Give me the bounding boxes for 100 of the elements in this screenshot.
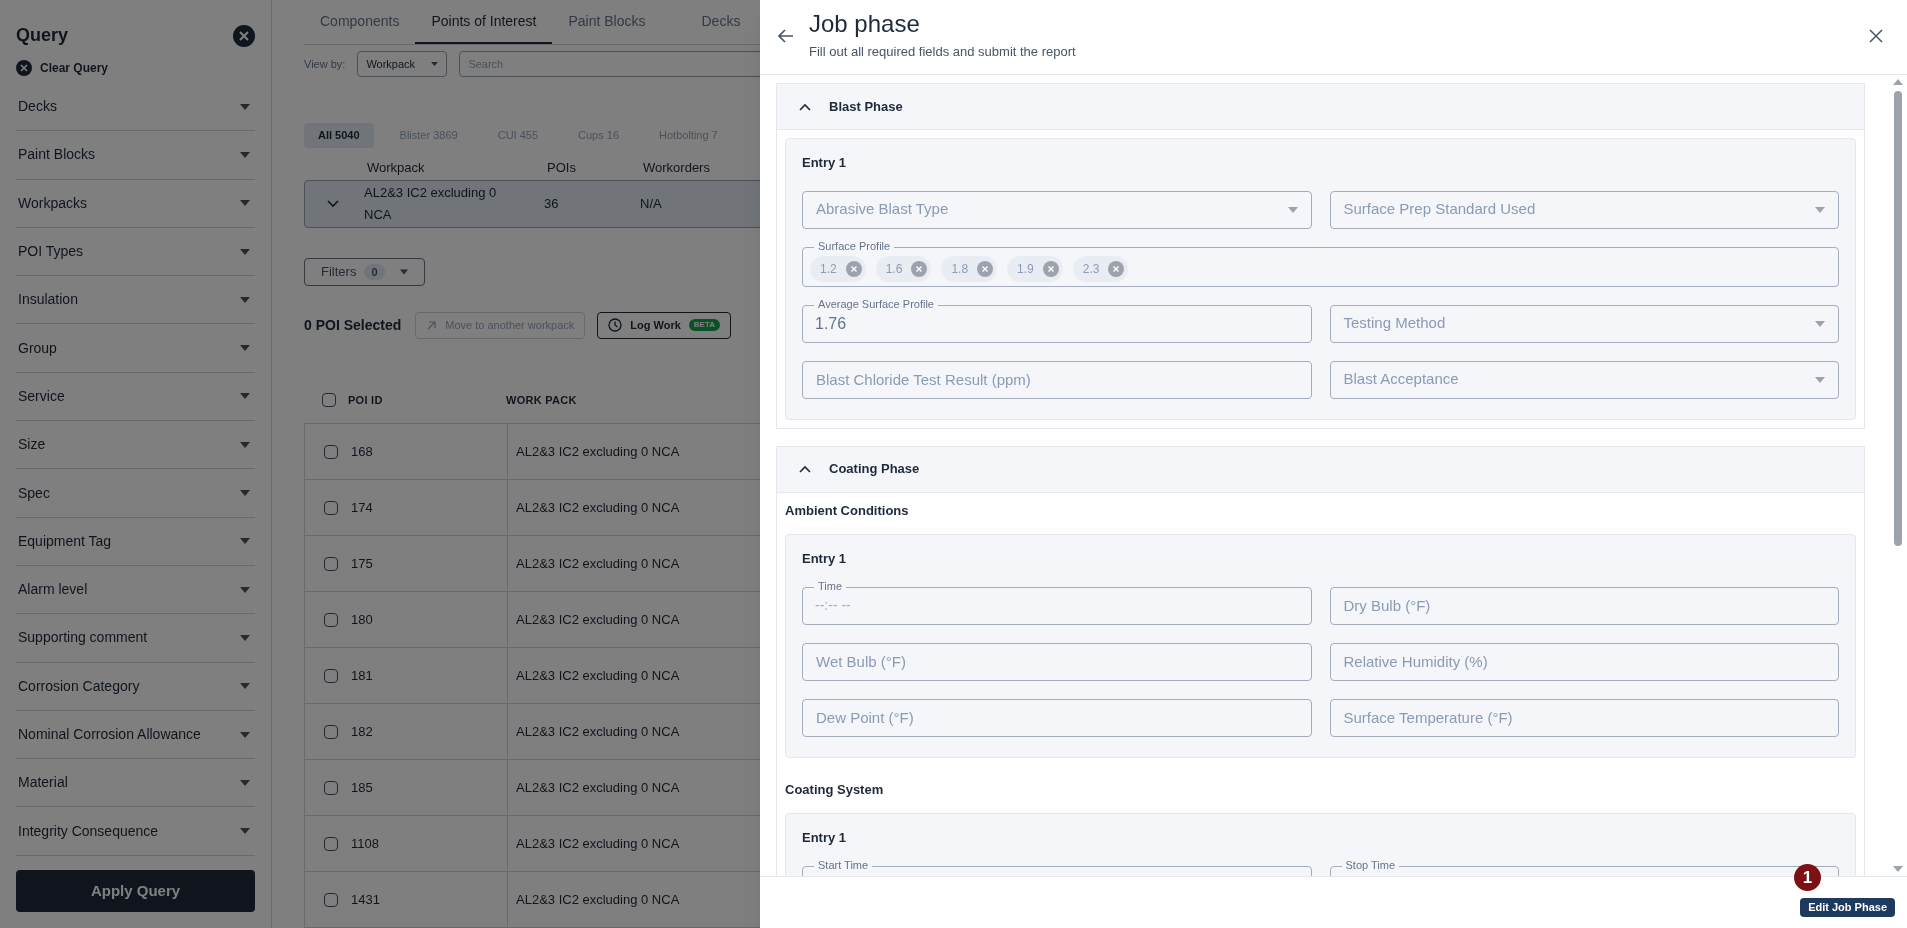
caret-icon xyxy=(1893,866,1903,872)
tab[interactable]: Paint Blocks xyxy=(552,0,662,44)
filter-dropdown[interactable]: Paint Blocks xyxy=(16,131,255,180)
table-cell: 1431 xyxy=(305,872,508,927)
caret-icon xyxy=(240,393,250,400)
checkbox[interactable] xyxy=(324,444,338,459)
checkbox[interactable] xyxy=(324,724,338,739)
close-icon[interactable] xyxy=(233,24,255,47)
checkbox[interactable] xyxy=(324,612,338,627)
checkbox[interactable] xyxy=(324,892,338,907)
caret-icon xyxy=(240,345,250,352)
table-cell-text: AL2&3 IC2 excluding 0 NCA xyxy=(515,722,680,741)
filter-dropdown[interactable]: Alarm level xyxy=(16,565,255,615)
filter-dropdown[interactable]: POI Types xyxy=(16,227,255,277)
filter-dropdown[interactable]: Nominal Corrosion Allowance xyxy=(16,710,255,760)
caret-icon xyxy=(240,441,250,448)
caret-icon xyxy=(1815,206,1825,213)
filter-dropdown[interactable]: Integrity Consequence xyxy=(16,807,255,856)
action-button[interactable]: Log Work BETA xyxy=(597,311,731,339)
table-cell-text: 36 xyxy=(544,195,560,214)
table-cell-text: AL2&3 IC2 excluding 0 NCA xyxy=(515,778,680,797)
tab[interactable]: Decks xyxy=(685,0,757,44)
caret-icon xyxy=(1893,79,1903,85)
apply-query-button[interactable]: Apply Query xyxy=(16,870,255,912)
text-field[interactable]: Relative Humidity (%) xyxy=(1329,642,1839,681)
caret-icon xyxy=(240,151,250,158)
remove-icon[interactable] xyxy=(977,260,994,277)
select-field[interactable]: Surface Prep Standard Used xyxy=(1329,190,1839,229)
caret-icon xyxy=(240,634,250,641)
clock-icon xyxy=(608,318,623,333)
table-cell: 180 xyxy=(305,592,508,647)
chevron-up-icon xyxy=(799,102,811,111)
column-header: POI ID xyxy=(348,392,384,408)
section-header[interactable]: Blast Phase xyxy=(776,83,1865,130)
filter-dropdown[interactable]: Decks xyxy=(16,83,255,132)
close-icon[interactable] xyxy=(1869,29,1883,43)
remove-icon[interactable] xyxy=(845,260,862,277)
checkbox[interactable] xyxy=(324,668,338,683)
remove-icon[interactable] xyxy=(1108,260,1125,277)
checkbox[interactable] xyxy=(324,836,338,851)
remove-icon[interactable] xyxy=(1042,260,1059,277)
caret-icon xyxy=(431,61,439,67)
text-field[interactable]: Wet Bulb (°F) xyxy=(802,642,1312,681)
select-field[interactable]: Testing Method xyxy=(1329,304,1839,343)
arrow-up-right-icon xyxy=(426,319,438,331)
caret-icon xyxy=(240,490,250,496)
clear-icon xyxy=(16,60,32,76)
entry-title: Entry 1 xyxy=(802,829,848,847)
view-by-dropdown[interactable]: Workpack xyxy=(357,51,448,77)
caret-icon xyxy=(240,296,250,303)
filter-dropdown[interactable]: Service xyxy=(16,372,255,422)
remove-icon[interactable] xyxy=(911,260,928,277)
table-cell-text: AL2&3 IC2 excluding 0 NCA xyxy=(515,610,680,629)
table-cell: 181 xyxy=(305,648,508,703)
chevron-up-icon xyxy=(799,465,811,473)
clear-query-button[interactable]: Clear Query xyxy=(16,59,109,77)
tab[interactable]: Points of Interest xyxy=(415,0,553,44)
checkbox[interactable] xyxy=(322,392,336,407)
edit-job-phase-button[interactable]: Edit Job Phase xyxy=(1800,898,1895,917)
column-header: WORK PACK xyxy=(506,392,577,408)
caret-icon xyxy=(240,586,250,593)
chevron-down-icon[interactable] xyxy=(327,200,339,209)
value-chip: 1.9 xyxy=(1007,255,1063,282)
entry-title: Entry 1 xyxy=(802,550,848,568)
table-cell-text: AL2&3 IC2 excluding 0 NCA xyxy=(515,890,680,909)
section-header[interactable]: Coating Phase xyxy=(776,445,1865,493)
caret-icon xyxy=(1815,376,1825,383)
text-field[interactable]: Dew Point (°F) xyxy=(802,698,1312,737)
table-cell: 175 xyxy=(305,536,508,591)
table-cell-text: AL2&3 IC2 excluding 0 NCA xyxy=(515,666,680,685)
filter-dropdown[interactable]: Group xyxy=(16,324,255,373)
filter-dropdown[interactable]: Material xyxy=(16,759,255,808)
select-field[interactable]: Abrasive Blast Type xyxy=(802,190,1312,229)
caret-icon xyxy=(240,200,250,207)
caret-icon xyxy=(240,683,250,690)
filter-dropdown[interactable]: Corrosion Category xyxy=(16,662,255,711)
caret-icon xyxy=(240,248,250,255)
column-header: POIs xyxy=(547,159,577,178)
filter-dropdown[interactable]: Insulation xyxy=(16,276,255,325)
caret-icon xyxy=(240,103,250,110)
filter-dropdown[interactable]: Spec xyxy=(16,469,255,518)
filters-dropdown[interactable]: Filters 0 xyxy=(304,258,425,286)
checkbox[interactable] xyxy=(324,500,338,515)
tab[interactable]: Components xyxy=(304,0,416,44)
text-field[interactable]: Surface Temperature (°F) xyxy=(1329,698,1839,737)
checkbox[interactable] xyxy=(324,780,338,795)
filter-dropdown[interactable]: Supporting comment xyxy=(16,614,255,663)
beta-badge: BETA xyxy=(688,319,720,332)
text-field[interactable]: Dry Bulb (°F) xyxy=(1329,586,1839,625)
select-field[interactable]: Blast Acceptance xyxy=(1329,360,1839,399)
column-header: Workpack xyxy=(367,159,426,178)
filter-dropdown[interactable]: Workpacks xyxy=(16,179,255,228)
drawer-title: Job phase xyxy=(809,10,921,38)
back-arrow-icon[interactable] xyxy=(778,29,794,43)
category-tab[interactable]: All 5040 xyxy=(304,123,374,148)
checkbox[interactable] xyxy=(324,556,338,571)
text-field[interactable]: Blast Chloride Test Result (ppm) xyxy=(802,360,1312,399)
filter-dropdown[interactable]: Size xyxy=(16,421,255,470)
caret-icon xyxy=(240,828,250,835)
filter-dropdown[interactable]: Equipment Tag xyxy=(16,517,255,566)
